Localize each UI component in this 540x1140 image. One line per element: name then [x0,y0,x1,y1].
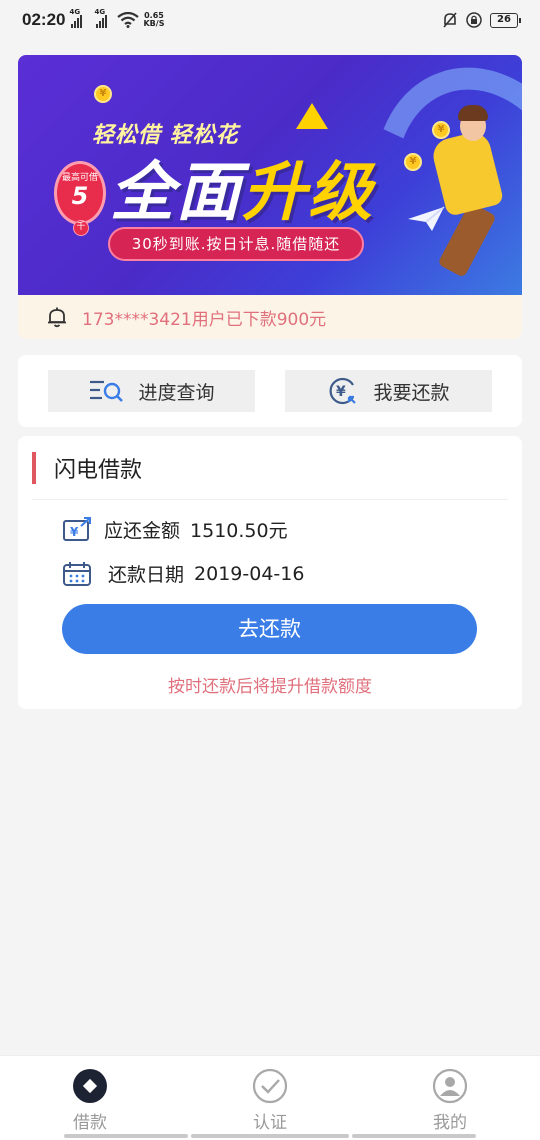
due-date-label: 还款日期 [108,564,185,586]
bell-icon [48,307,66,328]
gesture-bar [352,1134,476,1138]
nav-label-mine: 我的 [433,1113,467,1133]
amount-due-row: ¥ 应还金额 1510.50元 [62,516,288,543]
due-date-row: 还款日期 2019-04-16 [62,560,304,587]
sim2-label: 4G [94,8,106,16]
badge-unit: 千 [73,220,89,236]
paper-plane-icon [408,206,445,231]
nav-label-certify: 认证 [253,1113,287,1133]
repay-now-label: 我要还款 [373,381,450,404]
svg-text:¥: ¥ [70,525,79,539]
due-date-value: 2019-04-16 [194,562,305,585]
headline-part-1: 全面 [110,156,242,230]
battery-indicator: 26 [490,12,521,28]
loan-card: 闪电借款 ¥ 应还金额 1510.50元 还款日期 2019-04-16 去还款… [18,436,522,709]
badge-number: 5 [71,182,89,210]
yuan-refresh-icon: ¥ [329,377,357,405]
nav-label-loan: 借款 [73,1113,107,1133]
amount-due-value: 1510.50元 [190,520,288,542]
signal-1-icon: 4G [69,8,83,28]
progress-query-label: 进度查询 [138,381,215,404]
title-accent-bar [32,452,36,484]
loan-card-header: 闪电借款 [32,452,142,484]
go-repay-button[interactable]: 去还款 [62,604,477,654]
loan-notice-bar: 173****3421用户已下款900元 [18,295,522,339]
promo-banner[interactable]: ¥ ¥ ¥ 轻松借 轻松花 全面升级 最高可借 5 千 30秒到账.按日计息.随… [18,55,522,295]
notice-text: 173****3421用户已下款900元 [82,309,327,330]
coin-icon: ¥ [432,121,450,139]
wifi-icon [117,12,140,28]
headline-part-2: 升级 [242,156,374,230]
status-time: 02:20 [22,10,66,29]
banner-headline: 全面升级 [110,141,374,233]
max-loan-badge: 最高可借 5 千 [54,161,106,236]
bottom-nav: 借款 认证 我的 [0,1055,540,1140]
speed-unit: KB/S [143,19,165,28]
signal-2-icon: 4G [94,8,108,28]
figure-hair [458,105,488,121]
svg-text:¥: ¥ [336,384,346,400]
repay-hint: 按时还款后将提升借款额度 [168,677,372,697]
calendar-icon [63,561,91,586]
repay-now-button[interactable]: ¥ 我要还款 [285,370,492,412]
coin-icon: ¥ [94,85,112,103]
nav-tab-certify[interactable]: 认证 [210,1068,330,1133]
money-out-icon: ¥ [63,516,91,541]
gesture-bar [191,1134,349,1138]
progress-query-button[interactable]: 进度查询 [48,370,255,412]
search-list-icon [90,380,124,402]
amount-due-label: 应还金额 [104,520,181,542]
user-icon [432,1068,468,1104]
diamond-icon [73,1069,107,1103]
lock-rotation-icon [466,12,482,28]
bell-off-icon [443,12,457,28]
arrow-up-icon [296,103,328,129]
sim1-label: 4G [69,8,81,16]
check-circle-icon [252,1068,288,1104]
quick-actions-card: 进度查询 ¥ 我要还款 [18,355,522,427]
loan-title: 闪电借款 [54,458,143,483]
status-bar: 02:20 4G 4G 0.65 KB/S 26 [0,0,540,40]
nav-tab-mine[interactable]: 我的 [390,1068,510,1133]
gesture-bar [64,1134,188,1138]
banner-features-pill: 30秒到账.按日计息.随借随还 [108,227,364,261]
nav-tab-loan[interactable]: 借款 [30,1068,150,1133]
divider [32,499,508,500]
coin-icon: ¥ [404,153,422,171]
network-speed: 0.65 KB/S [143,12,164,28]
